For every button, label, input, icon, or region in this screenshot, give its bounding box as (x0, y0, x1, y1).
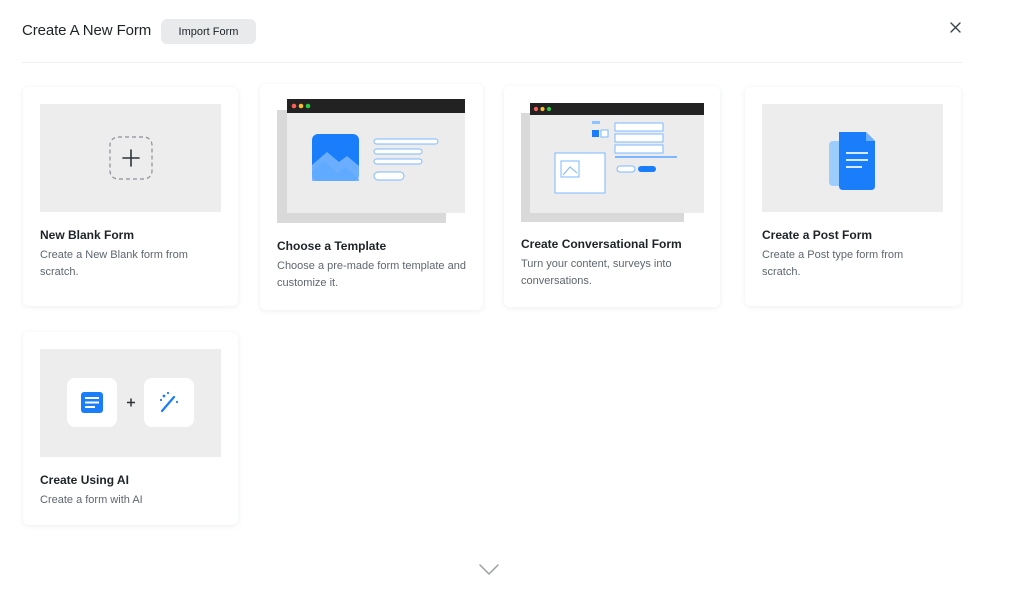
card-thumbnail (40, 104, 221, 212)
card-new-blank-form[interactable]: New Blank Form Create a New Blank form f… (23, 87, 238, 306)
card-create-using-ai[interactable]: Create Using AI Create a form with AI (23, 332, 238, 525)
card-thumbnail (762, 104, 943, 212)
plus-icon (109, 136, 153, 180)
card-thumbnail (40, 349, 221, 457)
card-title: Create Using AI (40, 473, 129, 487)
card-title: New Blank Form (40, 228, 135, 242)
close-button[interactable] (942, 14, 969, 41)
modal-header: Create A New Form Import Form (0, 0, 1024, 62)
card-title: Create Conversational Form (521, 237, 682, 251)
page-title: Create A New Form (22, 22, 152, 39)
chevron-down-icon (479, 564, 499, 575)
card-conversational-form[interactable]: Create Conversational Form Turn your con… (504, 86, 720, 307)
card-post-form[interactable]: Create a Post Form Create a Post type fo… (745, 87, 961, 306)
card-description: Create a New Blank form from scratch. (40, 249, 188, 278)
card-description: Create a form with AI (40, 494, 143, 506)
card-description: Create a Post type form from scratch. (762, 249, 904, 278)
card-description: Turn your content, surveys into conversa… (521, 258, 672, 287)
import-form-button[interactable]: Import Form (161, 19, 256, 44)
header-divider (22, 62, 962, 63)
card-choose-template[interactable]: Choose a Template Choose a pre-made form… (260, 84, 483, 310)
conversational-illustration (521, 103, 704, 223)
form-plus-ai-wand-icons (67, 378, 194, 427)
card-title: Create a Post Form (762, 228, 873, 242)
scroll-down-button[interactable] (478, 563, 500, 582)
close-icon (950, 22, 961, 33)
card-description: Choose a pre-made form template and cust… (277, 260, 466, 289)
card-title: Choose a Template (277, 239, 387, 253)
template-illustration (277, 99, 466, 224)
document-icon (829, 132, 875, 190)
